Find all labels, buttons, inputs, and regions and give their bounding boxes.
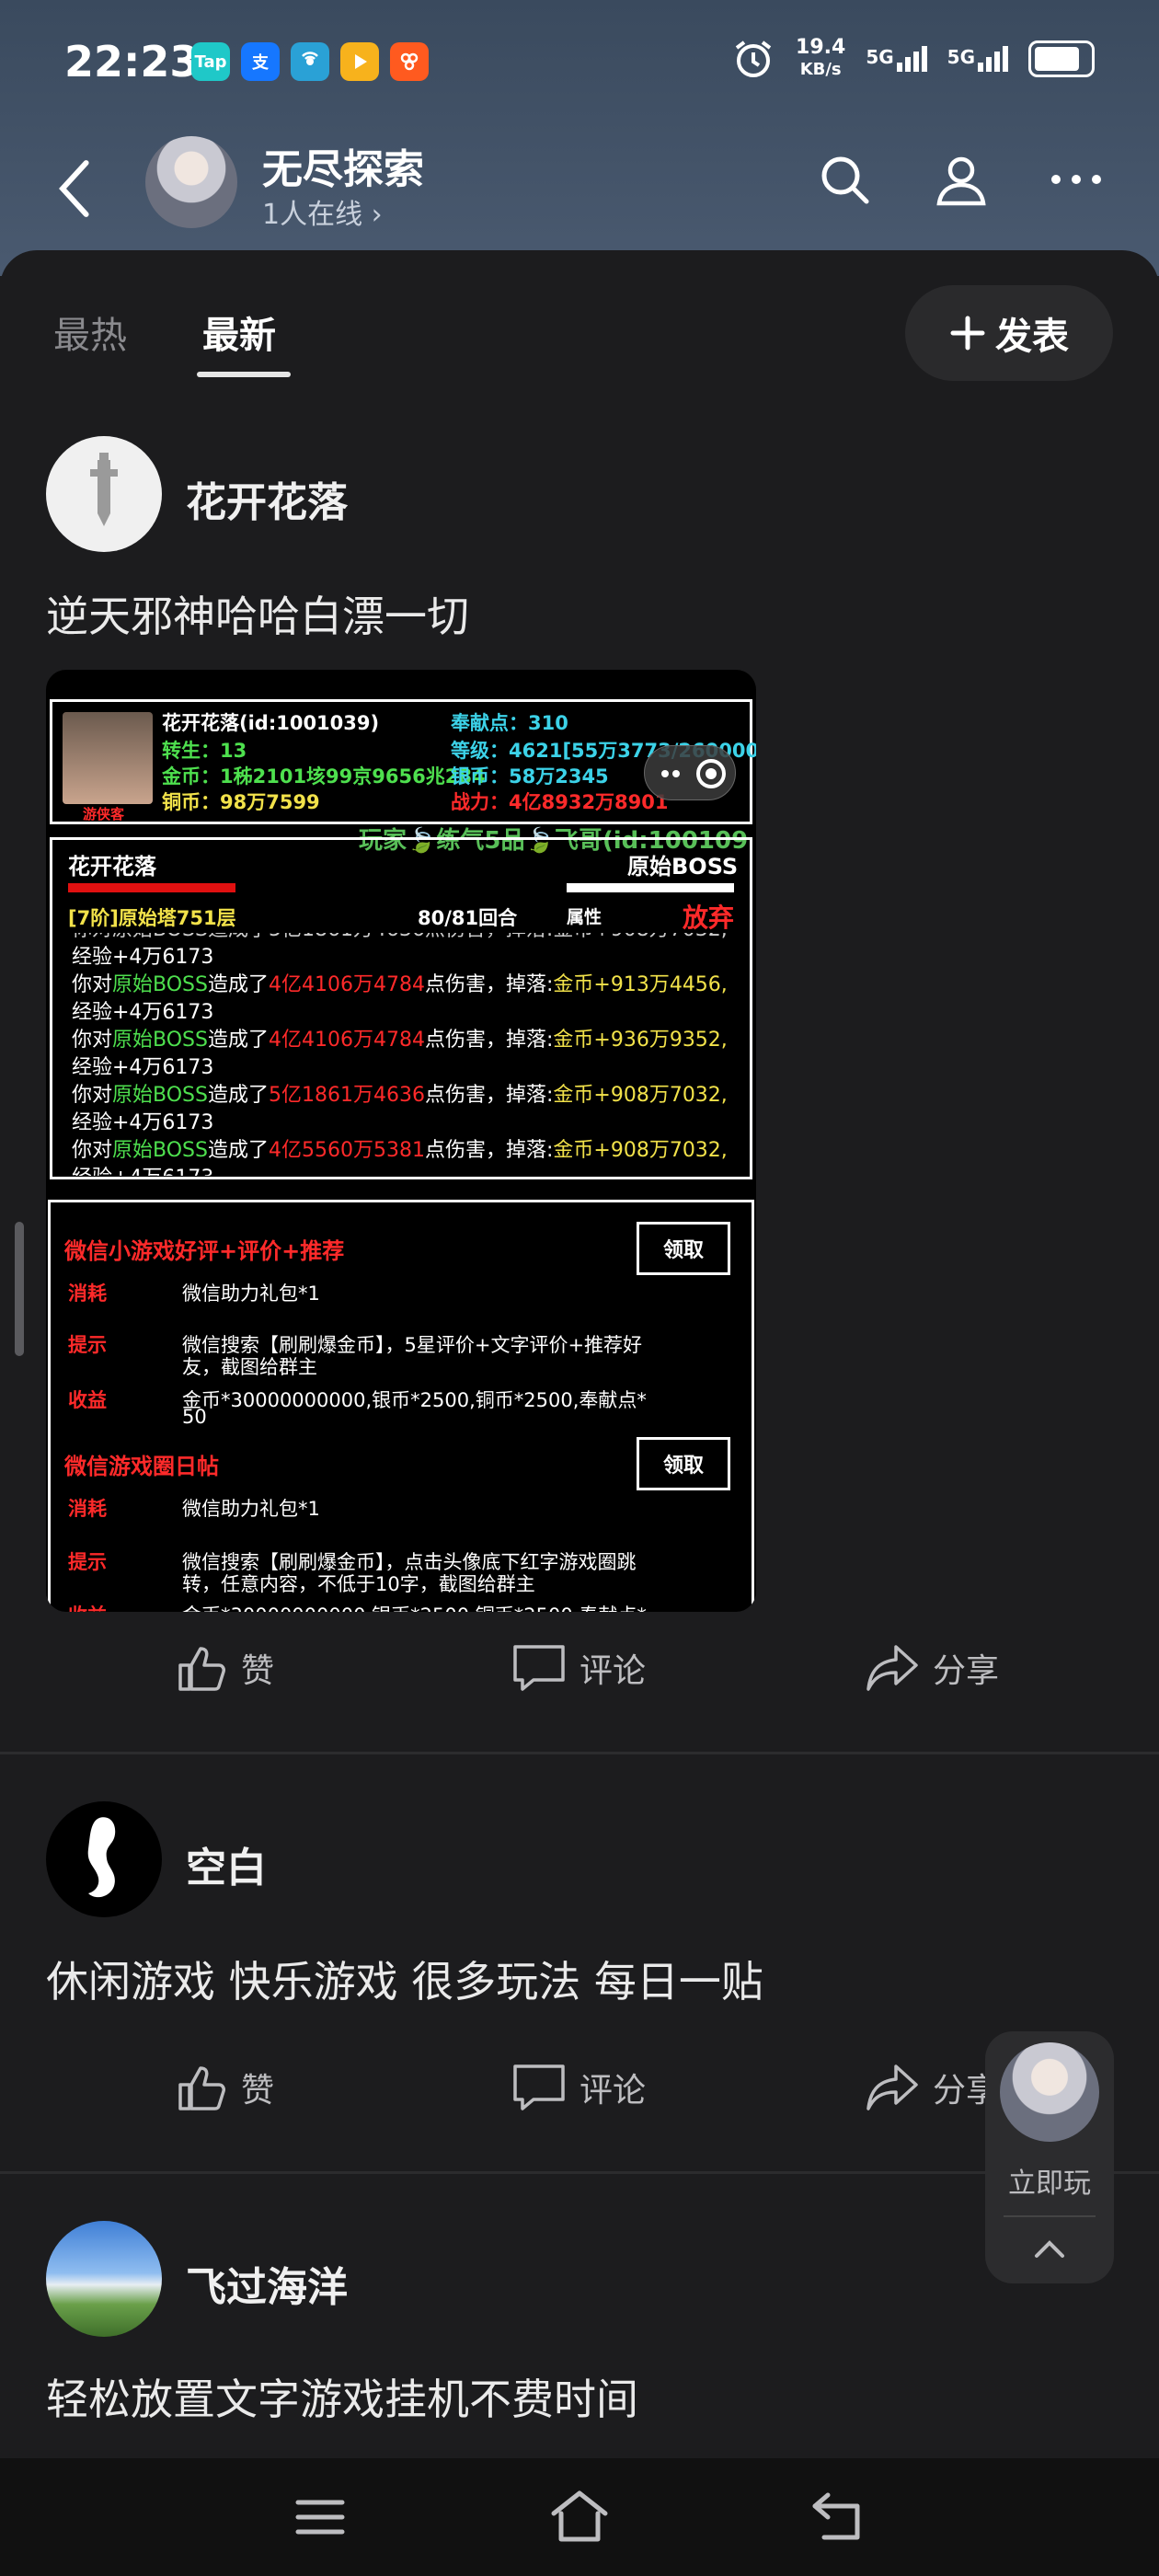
player-power: 战力：4亿8932万8901 xyxy=(451,791,669,813)
comment-icon xyxy=(513,1645,565,1691)
net-speed: 19.4 KB/s xyxy=(796,36,846,80)
give-up-button: 放弃 xyxy=(683,903,735,933)
author-avatar[interactable] xyxy=(46,2221,162,2337)
battle-player-name: 花开花落 xyxy=(68,854,156,880)
profile-icon[interactable] xyxy=(934,152,989,207)
status-time: 22:23 xyxy=(64,37,200,86)
group-avatar[interactable] xyxy=(145,136,237,228)
player-hp-bar xyxy=(68,883,235,892)
tab-hot[interactable]: 最热 xyxy=(53,305,127,359)
share-button[interactable]: 分享 xyxy=(865,1641,999,1695)
online-count[interactable]: 1人在线 › xyxy=(262,191,383,232)
author-avatar[interactable] xyxy=(46,436,162,552)
shopping-app-icon xyxy=(390,42,429,81)
sword-icon xyxy=(90,453,118,526)
player-gold: 金币：1秭2101垓99京9656兆284 xyxy=(162,765,486,788)
post-text[interactable]: 逆天邪神哈哈白漂一切 xyxy=(46,583,469,644)
more-icon[interactable] xyxy=(1049,152,1104,207)
comment-button[interactable]: 评论 xyxy=(511,2061,646,2114)
back-nav-icon[interactable] xyxy=(808,2488,866,2545)
player-badge: 游侠客 xyxy=(83,806,125,822)
share-button[interactable]: 分享 xyxy=(865,2061,999,2114)
task1-title: 微信小游戏好评+评价+推荐 xyxy=(64,1238,345,1264)
capsule-button xyxy=(644,745,736,800)
post-text[interactable]: 轻松放置文字游戏挂机不费时间 xyxy=(46,2366,638,2427)
home-icon[interactable] xyxy=(548,2486,611,2545)
float-divider xyxy=(1004,2215,1096,2217)
player-rebirth: 转生：13 xyxy=(162,740,247,762)
chevron-up-icon[interactable] xyxy=(1031,2236,1068,2263)
boss-name: 原始BOSS xyxy=(627,854,739,880)
tab-indicator xyxy=(197,372,291,377)
player-portrait xyxy=(63,712,153,804)
post-actions: 赞 评论 分享 xyxy=(0,1641,1159,1724)
ink-figure-icon xyxy=(87,1817,116,1898)
task2-title: 微信游戏圈日帖 xyxy=(64,1454,219,1479)
search-icon[interactable] xyxy=(817,152,872,207)
menu-icon[interactable] xyxy=(293,2490,348,2545)
play-now-label[interactable]: 立即玩 xyxy=(985,2160,1114,2201)
post-text[interactable]: 休闲游戏 快乐游戏 很多玩法 每日一贴 xyxy=(46,1949,763,2009)
comment-icon xyxy=(513,2064,565,2110)
post-divider xyxy=(0,1752,1159,1754)
player-silver: 银币：58万2345 xyxy=(451,765,609,788)
battle-log: 你对原始BOSS造成了5亿1861万4636点伤害，掉落:金币+908万7032… xyxy=(72,933,728,1176)
floating-play-widget[interactable]: 立即玩 xyxy=(985,2031,1114,2283)
hotspot-app-icon xyxy=(291,42,329,81)
round-count: 80/81回合 xyxy=(418,907,518,929)
alipay-icon: 支 xyxy=(241,42,280,81)
share-icon xyxy=(866,2064,918,2110)
status-bar: 22:23 Tap 支 19.4 KB/s 5G 5G xyxy=(0,0,1159,124)
attr-label: 属性 xyxy=(567,907,602,927)
status-right: 19.4 KB/s 5G 5G xyxy=(731,37,1095,81)
post-image[interactable]: 游侠客 花开花落(id:1001039) 转生：13 金币：1秭2101垓99京… xyxy=(46,670,756,1612)
post-button[interactable]: 发表 xyxy=(905,285,1113,381)
author-avatar[interactable] xyxy=(46,1801,162,1917)
like-button[interactable]: 赞 xyxy=(175,2061,274,2114)
author-name[interactable]: 飞过海洋 xyxy=(186,2254,348,2313)
boss-hp-bar xyxy=(567,883,734,892)
alarm-icon xyxy=(735,40,772,77)
author-name[interactable]: 空白 xyxy=(186,1834,267,1893)
signal-5g-1: 5G xyxy=(866,46,927,72)
group-name[interactable]: 无尽探索 xyxy=(262,136,424,195)
back-arrow-icon[interactable] xyxy=(48,156,103,221)
game-avatar[interactable] xyxy=(1000,2042,1099,2142)
tower-level: [7阶]原始塔751层 xyxy=(68,907,236,929)
video-app-icon xyxy=(340,42,379,81)
scrollbar[interactable] xyxy=(15,1222,24,1356)
player-copper: 铜币：98万7599 xyxy=(162,791,320,813)
player-contrib: 奉献点：310 xyxy=(451,712,568,734)
comment-button[interactable]: 评论 xyxy=(511,1641,646,1695)
notification-icons: Tap 支 xyxy=(191,42,429,81)
taptap-icon: Tap xyxy=(191,42,230,81)
tab-new[interactable]: 最新 xyxy=(202,305,276,359)
share-icon xyxy=(866,1645,918,1691)
task2-claim-button: 领取 xyxy=(637,1437,730,1490)
author-name[interactable]: 花开花落 xyxy=(186,469,348,528)
battery-icon xyxy=(1028,40,1095,77)
task1-claim-button: 领取 xyxy=(637,1222,730,1275)
system-nav-bar xyxy=(0,2458,1159,2576)
player-name: 花开花落(id:1001039) xyxy=(162,712,380,734)
plus-icon xyxy=(950,316,985,351)
thumbs-up-icon xyxy=(178,1647,225,1691)
thumbs-up-icon xyxy=(178,2066,225,2110)
like-button[interactable]: 赞 xyxy=(175,1641,274,1695)
signal-5g-2: 5G xyxy=(947,46,1008,72)
